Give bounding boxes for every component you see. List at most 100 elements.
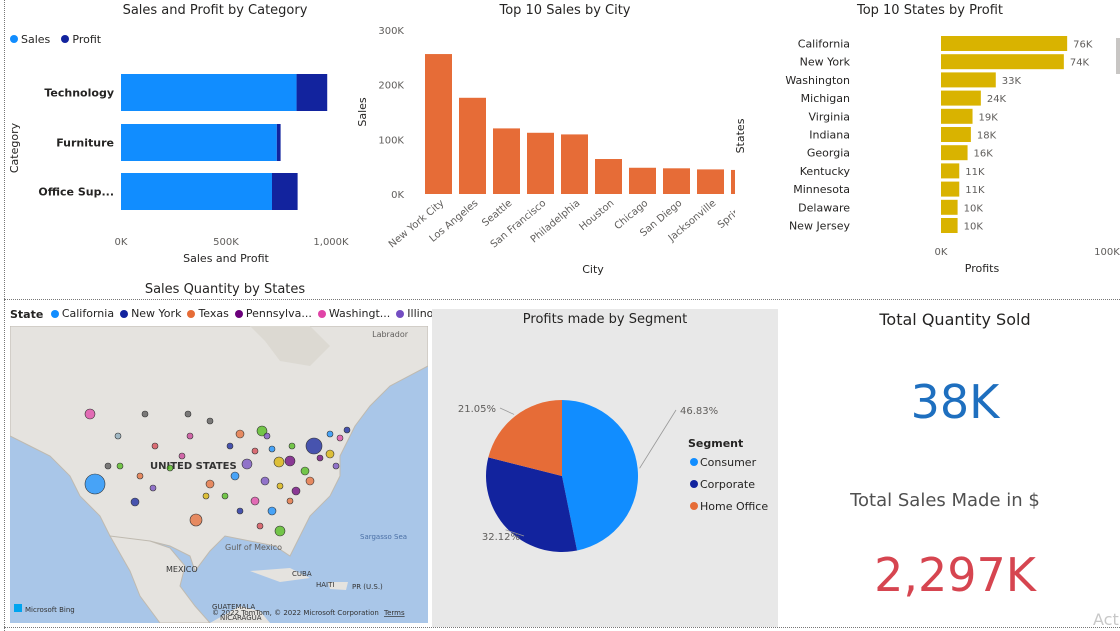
map-bubble[interactable] bbox=[104, 462, 112, 470]
map-bubble[interactable] bbox=[276, 482, 284, 490]
bar-state[interactable] bbox=[941, 54, 1064, 70]
map-terms-link[interactable]: Terms bbox=[383, 609, 405, 617]
map-bubble[interactable] bbox=[316, 454, 324, 462]
pie-legend-label[interactable]: Consumer bbox=[700, 456, 757, 469]
map-bubble[interactable] bbox=[166, 464, 174, 472]
y-tick-label: 0K bbox=[391, 190, 404, 201]
map-bubble[interactable] bbox=[130, 497, 140, 507]
map-bubble[interactable] bbox=[184, 410, 192, 418]
map-bubble[interactable] bbox=[250, 496, 260, 506]
map-bubble[interactable] bbox=[305, 476, 315, 486]
bar-city[interactable] bbox=[595, 159, 622, 194]
map-bubble[interactable] bbox=[84, 408, 96, 420]
chart-top10-states[interactable]: States California 76K New York 74K Washington… bbox=[730, 28, 1120, 280]
map-label-pr: PR (U.S.) bbox=[352, 583, 383, 591]
bar-state[interactable] bbox=[941, 218, 958, 233]
legend-item-sales[interactable]: Sales bbox=[10, 33, 50, 46]
bar-city[interactable] bbox=[425, 54, 452, 195]
map-bubble[interactable] bbox=[286, 497, 294, 505]
bar-profit[interactable] bbox=[296, 74, 328, 111]
data-label: 10K bbox=[964, 222, 984, 233]
map-bubble[interactable] bbox=[221, 492, 229, 500]
map-bubble[interactable] bbox=[343, 426, 351, 434]
chart-sales-profit-category[interactable]: Category Technology Furniture Office Sup...… bbox=[6, 48, 366, 270]
map-bubble[interactable] bbox=[284, 455, 296, 467]
map-bubble[interactable] bbox=[230, 471, 240, 481]
map-bubble[interactable] bbox=[149, 484, 157, 492]
bar-city[interactable] bbox=[697, 169, 724, 194]
bar-state[interactable] bbox=[941, 108, 973, 124]
pie-slice-consumer[interactable] bbox=[562, 400, 639, 551]
bar-city[interactable] bbox=[561, 134, 588, 194]
map-bubble[interactable] bbox=[151, 442, 159, 450]
data-label: 19K bbox=[979, 112, 999, 123]
map-legend-item[interactable]: Pennsylva... bbox=[234, 307, 312, 320]
map-bubble[interactable] bbox=[326, 430, 334, 438]
map-legend-label: Pennsylva... bbox=[245, 307, 312, 320]
map-bubble[interactable] bbox=[189, 513, 203, 527]
map-bubble[interactable] bbox=[236, 507, 244, 515]
bar-state[interactable] bbox=[941, 36, 1068, 51]
bar-state[interactable] bbox=[941, 90, 981, 106]
map-bubble[interactable] bbox=[325, 449, 335, 459]
bar-city[interactable] bbox=[663, 168, 690, 194]
map-legend-item[interactable]: New York bbox=[120, 307, 181, 320]
map-bubble[interactable] bbox=[226, 442, 234, 450]
scrollbar-states[interactable] bbox=[1116, 38, 1120, 74]
map-bubble[interactable] bbox=[336, 434, 344, 442]
bar-state[interactable] bbox=[941, 199, 958, 215]
map-bubble[interactable] bbox=[263, 432, 271, 440]
map-bubble[interactable] bbox=[251, 447, 259, 455]
map-legend-label: California bbox=[61, 307, 115, 320]
map-sales-quantity[interactable]: Labrador UNITED STATES Gulf of Mexico Sa… bbox=[10, 326, 428, 623]
map-bubble[interactable] bbox=[268, 445, 276, 453]
bar-city[interactable] bbox=[527, 132, 554, 194]
pie-legend-label[interactable]: Home Office bbox=[700, 500, 768, 513]
map-bubble[interactable] bbox=[141, 410, 149, 418]
map-bubble[interactable] bbox=[136, 472, 144, 480]
map-bubble[interactable] bbox=[235, 429, 245, 439]
bar-sales[interactable] bbox=[121, 173, 272, 210]
bar-profit[interactable] bbox=[271, 173, 298, 210]
map-legend-item[interactable]: California bbox=[50, 307, 115, 320]
bar-sales[interactable] bbox=[121, 74, 297, 111]
bar-state[interactable] bbox=[941, 181, 960, 197]
bar-profit[interactable] bbox=[276, 124, 281, 161]
legend-item-profit[interactable]: Profit bbox=[61, 33, 101, 46]
map-bubble[interactable] bbox=[206, 417, 214, 425]
map-bubble[interactable] bbox=[116, 462, 124, 470]
bar-state[interactable] bbox=[941, 127, 971, 142]
y-tick-label: Office Sup... bbox=[38, 186, 114, 199]
map-bubble[interactable] bbox=[300, 466, 310, 476]
map-bubble[interactable] bbox=[186, 432, 194, 440]
map-bubble[interactable] bbox=[178, 452, 186, 460]
bar-state[interactable] bbox=[941, 163, 960, 179]
map-bubble[interactable] bbox=[241, 458, 253, 470]
map-bubble[interactable] bbox=[202, 492, 210, 500]
map-bubble[interactable] bbox=[114, 432, 122, 440]
map-bubble[interactable] bbox=[205, 479, 215, 489]
map-bubble[interactable] bbox=[288, 442, 296, 450]
bar-city[interactable] bbox=[629, 167, 656, 194]
bar-state[interactable] bbox=[941, 145, 968, 161]
pie-legend-label[interactable]: Corporate bbox=[700, 478, 755, 491]
map-bubble[interactable] bbox=[267, 506, 277, 516]
map-bubble[interactable] bbox=[273, 456, 285, 468]
map-legend-label: Texas bbox=[198, 307, 229, 320]
map-bubble[interactable] bbox=[260, 476, 270, 486]
chart-top10-city[interactable]: Sales0K100K200K300KNew York CityLos Ange… bbox=[350, 20, 735, 282]
bar-city[interactable] bbox=[493, 128, 520, 194]
bar-state[interactable] bbox=[941, 72, 996, 88]
map-legend-item[interactable]: Texas bbox=[187, 307, 229, 320]
map-bubble[interactable] bbox=[84, 473, 106, 495]
map-legend-item[interactable]: Washingt... bbox=[317, 307, 390, 320]
map-bubble[interactable] bbox=[332, 462, 340, 470]
map-bubble[interactable] bbox=[291, 486, 301, 496]
pie-profits-segment[interactable]: 46.83% 32.12% 21.05% Segment Consumer Corpora… bbox=[432, 330, 778, 620]
map-bubble[interactable] bbox=[256, 522, 264, 530]
map-bubble[interactable] bbox=[305, 437, 323, 455]
bar-sales[interactable] bbox=[121, 124, 277, 161]
map-bubble[interactable] bbox=[274, 525, 286, 537]
bar-city[interactable] bbox=[459, 97, 486, 194]
map-legend-dot bbox=[187, 309, 196, 318]
